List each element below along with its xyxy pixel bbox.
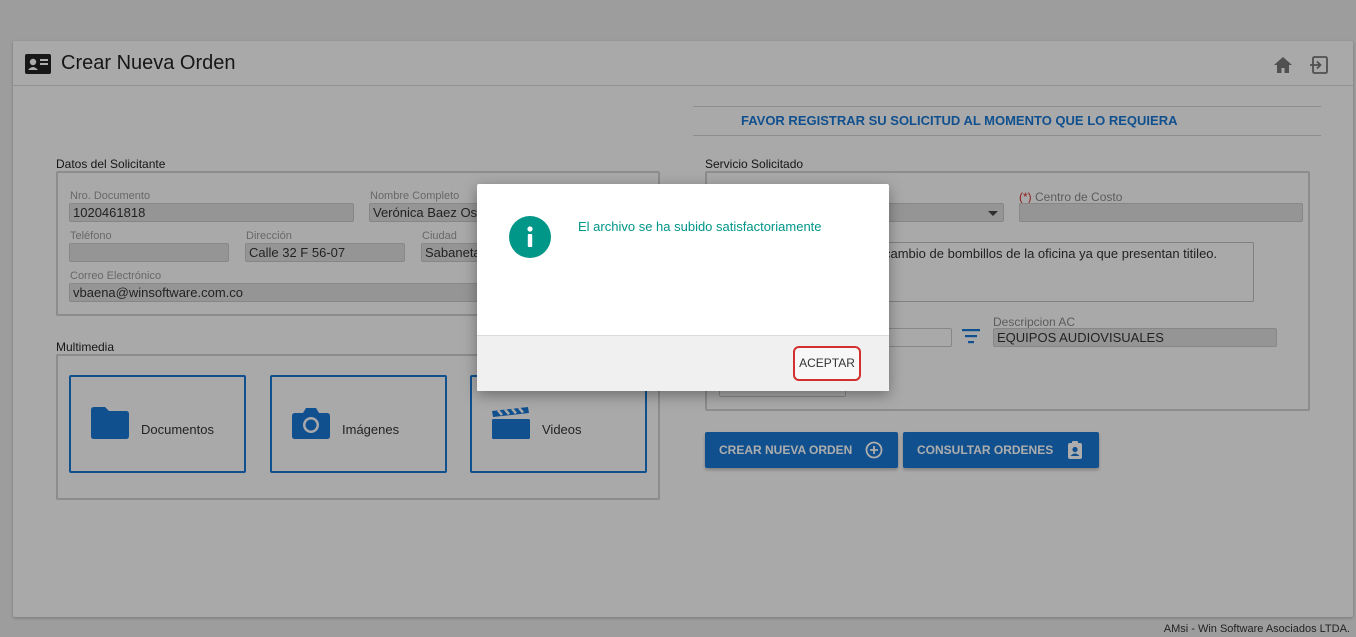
modal-footer: ACEPTAR: [477, 335, 889, 391]
upload-success-dialog: El archivo se ha subido satisfactoriamen…: [477, 184, 889, 391]
accept-button[interactable]: ACEPTAR: [793, 346, 861, 381]
modal-message: El archivo se ha subido satisfactoriamen…: [578, 219, 822, 234]
info-icon: [509, 216, 551, 258]
